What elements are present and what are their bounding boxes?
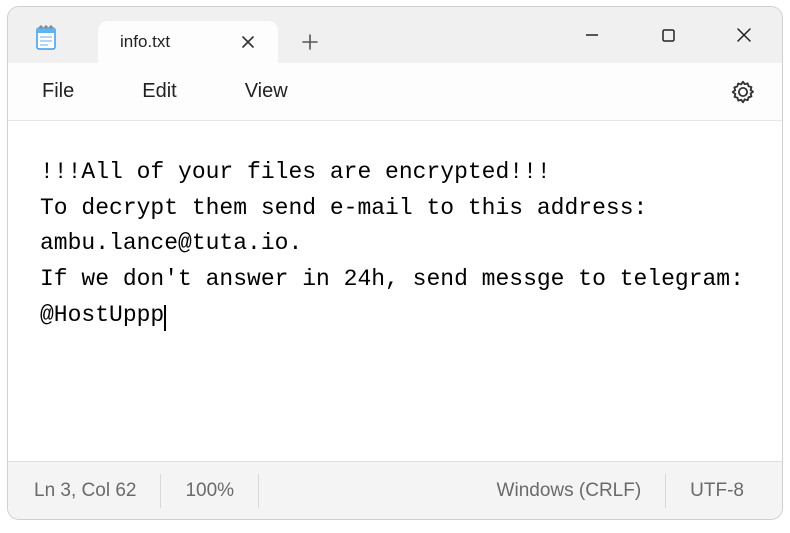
statusbar: Ln 3, Col 62 100% Windows (CRLF) UTF-8 (8, 461, 782, 519)
notepad-window: info.txt File Edit View (7, 6, 783, 520)
text-editor-area[interactable]: !!!All of your files are encrypted!!! To… (8, 121, 782, 461)
menu-file[interactable]: File (28, 72, 88, 111)
gear-icon (730, 79, 756, 105)
notepad-app-icon (34, 25, 58, 49)
text-caret (164, 305, 166, 331)
settings-button[interactable] (724, 73, 762, 111)
maximize-button[interactable] (630, 7, 706, 63)
tab-title: info.txt (120, 32, 236, 52)
status-zoom[interactable]: 100% (161, 474, 259, 508)
status-line-ending: Windows (CRLF) (473, 474, 667, 508)
status-cursor-position: Ln 3, Col 62 (22, 474, 161, 508)
status-encoding: UTF-8 (666, 474, 768, 508)
menu-view[interactable]: View (231, 72, 302, 111)
new-tab-button[interactable] (286, 21, 334, 63)
titlebar: info.txt (8, 7, 782, 63)
menubar: File Edit View (8, 63, 782, 121)
minimize-button[interactable] (554, 7, 630, 63)
close-tab-icon[interactable] (236, 30, 260, 55)
document-content: !!!All of your files are encrypted!!! To… (40, 159, 758, 328)
window-controls (554, 7, 782, 63)
menu-edit[interactable]: Edit (128, 72, 190, 111)
close-window-button[interactable] (706, 7, 782, 63)
tab-active[interactable]: info.txt (98, 21, 278, 63)
